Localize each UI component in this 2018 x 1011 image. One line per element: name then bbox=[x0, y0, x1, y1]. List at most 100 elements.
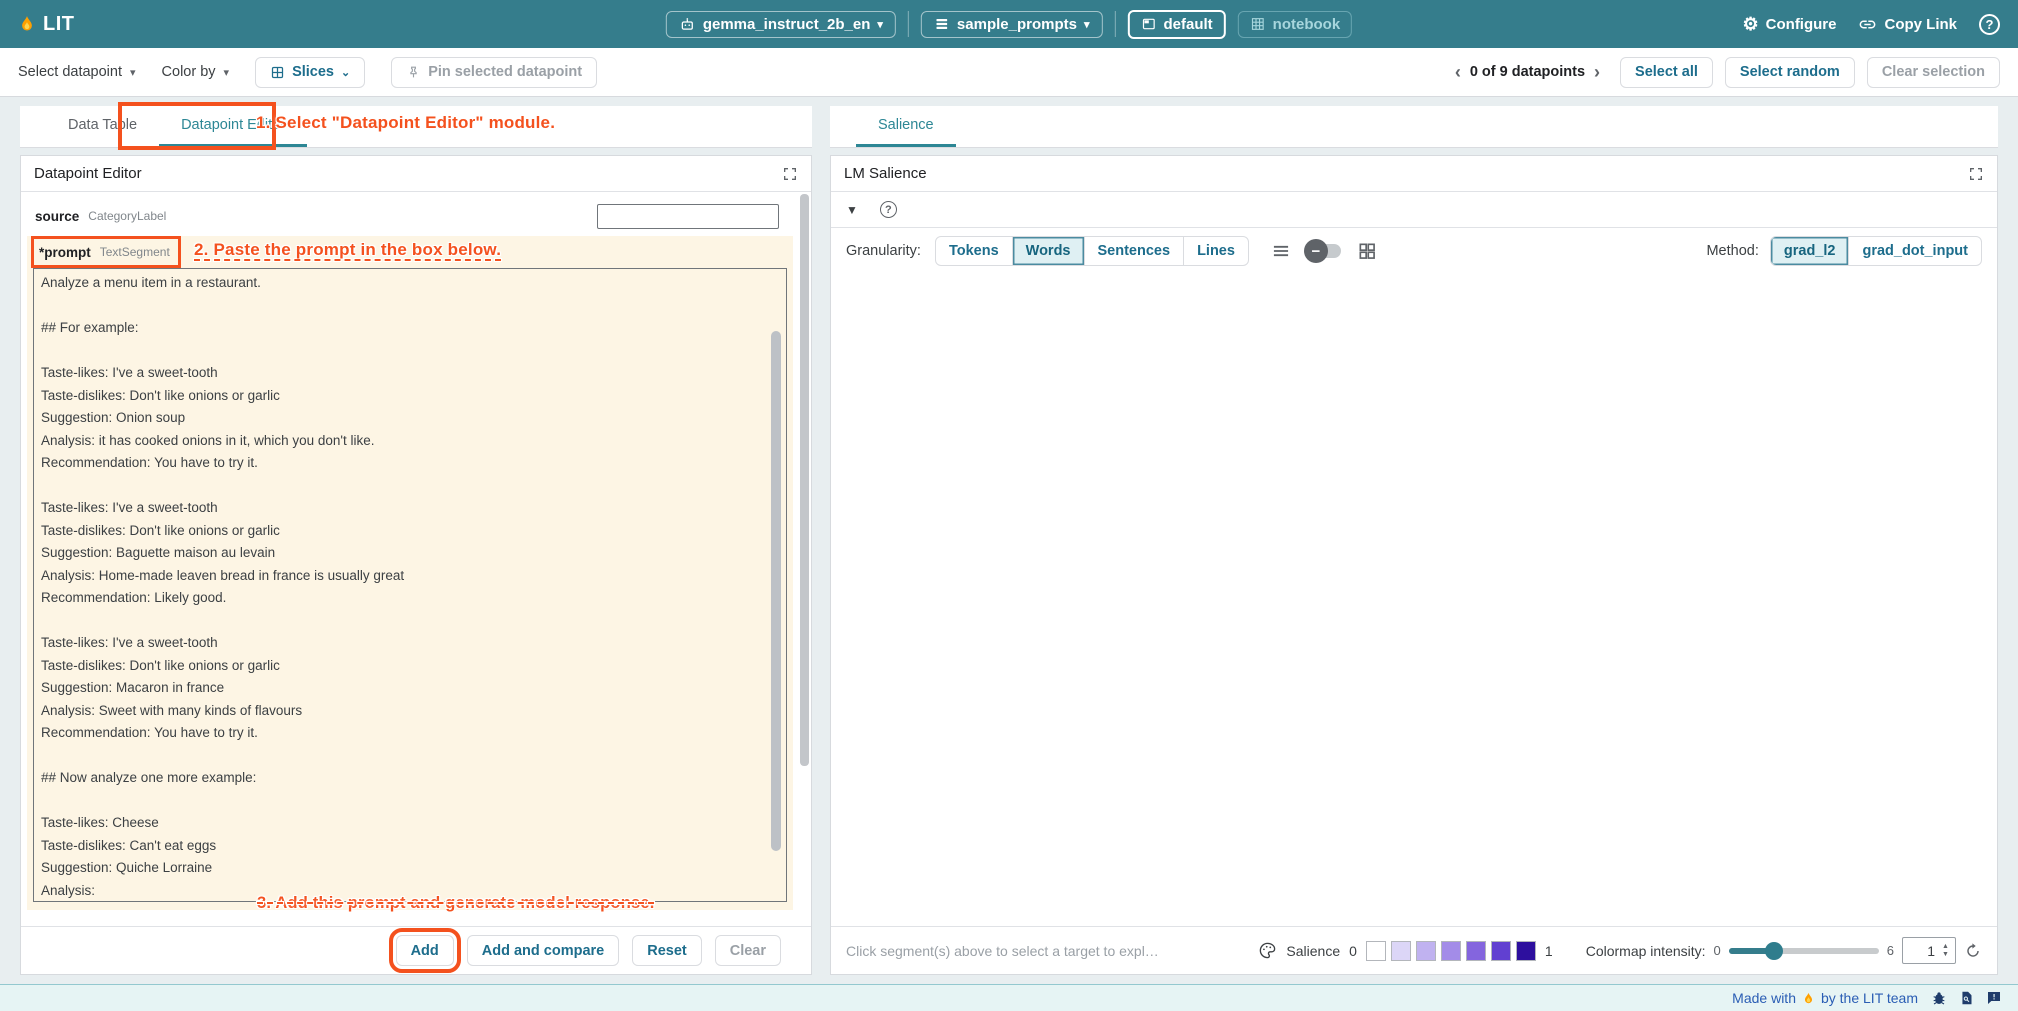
slices-grid-icon bbox=[270, 65, 285, 80]
tab-data-table[interactable]: Data Table bbox=[46, 106, 159, 147]
app-bar: LIT gemma_instruct_2b_en ▾ sample_prompt… bbox=[0, 0, 2018, 48]
copy-link-label: Copy Link bbox=[1884, 16, 1957, 33]
slider-min: 0 bbox=[1714, 943, 1721, 958]
toggle-knob-icon: − bbox=[1304, 239, 1328, 263]
spin-down-icon[interactable]: ▼ bbox=[1942, 951, 1949, 958]
slices-label: Slices bbox=[292, 64, 334, 80]
next-chevron-icon[interactable]: › bbox=[1594, 63, 1600, 81]
salience-swatch bbox=[1441, 941, 1461, 961]
layout-tab-label: notebook bbox=[1273, 16, 1341, 33]
dataset-name: sample_prompts bbox=[957, 16, 1077, 33]
granularity-sentences[interactable]: Sentences bbox=[1084, 237, 1184, 265]
salience-toggle[interactable]: − bbox=[1307, 244, 1341, 258]
method-label: Method: bbox=[1706, 243, 1758, 259]
add-and-compare-button[interactable]: Add and compare bbox=[467, 935, 619, 966]
configure-button[interactable]: ⚙ Configure bbox=[1743, 15, 1837, 33]
model-selector[interactable]: gemma_instruct_2b_en ▾ bbox=[666, 11, 896, 38]
salience-swatch bbox=[1516, 941, 1536, 961]
granularity-lines[interactable]: Lines bbox=[1183, 237, 1248, 265]
textarea-scrollbar[interactable] bbox=[771, 331, 781, 851]
granularity-row: Granularity: Tokens Words Sentences Line… bbox=[831, 228, 1997, 274]
datapoint-pager: ‹ 0 of 9 datapoints › bbox=[1455, 63, 1600, 81]
salience-scale-label: Salience bbox=[1286, 943, 1340, 959]
copy-link-button[interactable]: Copy Link bbox=[1858, 15, 1957, 34]
footer-text-prefix: Made with bbox=[1732, 990, 1796, 1006]
slider-knob[interactable] bbox=[1765, 942, 1783, 960]
prompt-field-type: TextSegment bbox=[100, 245, 170, 259]
pagination-text: 0 of 9 datapoints bbox=[1470, 64, 1585, 80]
color-by-dropdown[interactable]: Color by ▾ bbox=[162, 64, 230, 80]
select-datapoint-label: Select datapoint bbox=[18, 64, 122, 80]
annotation-step2: 2. Paste the prompt in the box below. bbox=[194, 240, 501, 260]
spin-up-icon[interactable]: ▲ bbox=[1942, 943, 1949, 950]
bug-report-icon[interactable] bbox=[1931, 990, 1947, 1006]
help-icon[interactable]: ? bbox=[1979, 14, 2000, 35]
salience-swatch bbox=[1466, 941, 1486, 961]
module-title: Datapoint Editor bbox=[34, 165, 142, 182]
granularity-words[interactable]: Words bbox=[1012, 237, 1084, 265]
tab-salience[interactable]: Salience bbox=[856, 106, 956, 147]
density-lines-icon[interactable] bbox=[1271, 241, 1291, 261]
prev-chevron-icon[interactable]: ‹ bbox=[1455, 63, 1461, 81]
salience-hint: Click segment(s) above to select a targe… bbox=[846, 943, 1159, 959]
select-all-button[interactable]: Select all bbox=[1620, 57, 1713, 88]
lm-salience-module: LM Salience ▼ ? Granularity: Tokens Word… bbox=[830, 155, 1998, 975]
caret-down-icon: ⌄ bbox=[341, 66, 350, 79]
method-grad-dot-input[interactable]: grad_dot_input bbox=[1848, 237, 1981, 265]
caret-down-icon: ▾ bbox=[130, 66, 136, 79]
granularity-tokens[interactable]: Tokens bbox=[936, 237, 1012, 265]
feedback-icon[interactable] bbox=[1986, 990, 2002, 1006]
color-by-label: Color by bbox=[162, 64, 216, 80]
tab-datapoint-editor[interactable]: Datapoint Editor bbox=[159, 106, 307, 147]
code-doc-icon[interactable] bbox=[1959, 990, 1974, 1006]
pin-icon bbox=[406, 65, 421, 80]
slices-button[interactable]: Slices ⌄ bbox=[255, 57, 365, 88]
caret-down-icon: ▾ bbox=[877, 18, 883, 31]
datapoint-buttons-row: Add Add and compare Reset Clear bbox=[21, 926, 811, 974]
layout-tab-notebook[interactable]: notebook bbox=[1238, 11, 1353, 38]
source-field-type: CategoryLabel bbox=[88, 209, 166, 223]
spinner-arrows[interactable]: ▲▼ bbox=[1938, 939, 1953, 962]
dataset-selector[interactable]: sample_prompts ▾ bbox=[921, 11, 1103, 38]
collapse-caret-icon[interactable]: ▼ bbox=[846, 203, 858, 217]
page-footer: Made with by the LIT team bbox=[0, 984, 2018, 1011]
prompt-field-name: *prompt bbox=[39, 245, 91, 260]
reset-button[interactable]: Reset bbox=[632, 935, 702, 966]
prompt-textarea[interactable]: Analyze a menu item in a restaurant. ## … bbox=[34, 269, 786, 901]
apps-grid-icon[interactable] bbox=[1357, 241, 1377, 261]
maximize-icon[interactable] bbox=[782, 166, 798, 182]
help-icon[interactable]: ? bbox=[880, 201, 897, 218]
granularity-control: Tokens Words Sentences Lines bbox=[935, 236, 1249, 266]
intensity-input[interactable]: 1 ▲▼ bbox=[1902, 937, 1956, 964]
layout-tab-default[interactable]: default bbox=[1128, 10, 1226, 39]
pin-datapoint-button[interactable]: Pin selected datapoint bbox=[391, 57, 597, 88]
salience-color-scale bbox=[1366, 941, 1536, 961]
add-button[interactable]: Add bbox=[396, 935, 454, 966]
method-grad-l2[interactable]: grad_l2 bbox=[1771, 237, 1849, 265]
select-random-button[interactable]: Select random bbox=[1725, 57, 1855, 88]
scale-max: 1 bbox=[1545, 943, 1553, 959]
caret-down-icon: ▾ bbox=[224, 66, 230, 79]
module-scrollbar[interactable] bbox=[800, 194, 809, 922]
source-field-row: source CategoryLabel bbox=[27, 198, 805, 234]
intensity-label: Colormap intensity: bbox=[1586, 943, 1706, 959]
gear-icon: ⚙ bbox=[1743, 15, 1759, 33]
clear-selection-button[interactable]: Clear selection bbox=[1867, 57, 2000, 88]
scale-min: 0 bbox=[1349, 943, 1357, 959]
source-input[interactable] bbox=[597, 204, 779, 229]
intensity-slider[interactable] bbox=[1729, 948, 1879, 954]
select-datapoint-dropdown[interactable]: Select datapoint ▾ bbox=[18, 64, 136, 80]
notebook-grid-icon bbox=[1250, 16, 1266, 32]
clear-button[interactable]: Clear bbox=[715, 935, 781, 966]
reset-intensity-icon[interactable] bbox=[1964, 942, 1982, 960]
source-field-name: source bbox=[35, 209, 79, 224]
link-icon bbox=[1858, 15, 1877, 34]
maximize-icon[interactable] bbox=[1968, 166, 1984, 182]
layout-tab-label: default bbox=[1164, 16, 1213, 33]
divider bbox=[1115, 11, 1116, 37]
salience-canvas bbox=[831, 274, 1997, 926]
module-title: LM Salience bbox=[844, 165, 927, 182]
pin-label: Pin selected datapoint bbox=[428, 64, 582, 80]
right-tabstrip: Salience bbox=[830, 106, 1998, 148]
app-title: LIT bbox=[43, 13, 75, 36]
